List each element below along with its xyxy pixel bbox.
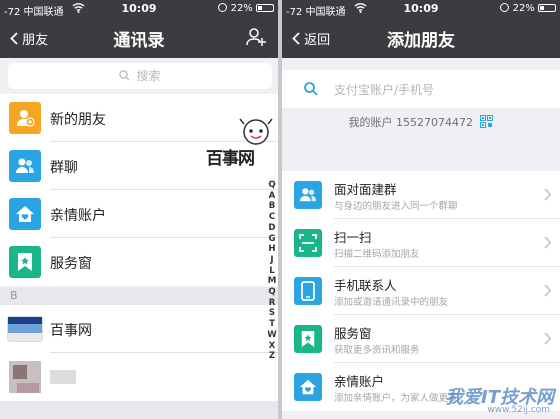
battery-percent: 22%: [512, 3, 535, 14]
battery-icon: [538, 4, 556, 12]
battery-percent: 22%: [230, 3, 253, 14]
add-friend-button[interactable]: [246, 27, 266, 51]
chevron-right-icon: [544, 188, 552, 201]
scan-icon: [294, 229, 322, 257]
item-desc: 添加或邀请通讯录中的朋友: [334, 297, 449, 308]
new-friend-icon: [9, 102, 41, 134]
list-item-service-window[interactable]: 服务窗: [0, 238, 278, 286]
watermark-text: 百事网: [206, 149, 255, 169]
index-letter[interactable]: A: [266, 191, 278, 202]
list-item-label: 服务窗: [50, 256, 92, 272]
index-letter[interactable]: J: [266, 255, 278, 266]
page-title: 通讯录: [113, 31, 165, 51]
item-desc: 扫描二维码添加朋友: [334, 249, 420, 260]
index-letter[interactable]: M: [266, 276, 278, 287]
nav-bar: 返回 添加朋友: [282, 18, 560, 58]
list-item-phone-contacts[interactable]: 手机联系人 添加或邀请通讯录中的朋友: [282, 267, 560, 315]
search-placeholder: 支付宝账户/手机号: [334, 83, 435, 97]
battery-status: 22%: [218, 3, 274, 14]
divider: [278, 0, 282, 419]
search-input[interactable]: 搜索: [8, 63, 272, 89]
watermark-logo: 百事网: [206, 118, 278, 169]
battery-status: 22%: [500, 3, 556, 14]
index-letter[interactable]: X: [266, 341, 278, 352]
status-bar: -72 中国联通 10:09 22%: [282, 0, 560, 18]
orientation-lock-icon: [500, 3, 510, 12]
index-letter[interactable]: G: [266, 234, 278, 245]
index-letter[interactable]: W: [266, 330, 278, 341]
item-desc: 获取更多资讯和服务: [334, 345, 420, 356]
item-title: 服务窗: [334, 326, 372, 341]
index-letter[interactable]: D: [266, 223, 278, 234]
list-item-label: 亲情账户: [50, 208, 106, 224]
section-header: [0, 401, 278, 419]
face-to-face-group-icon: [294, 181, 322, 209]
section-header-b: B: [0, 287, 278, 305]
index-letter[interactable]: L: [266, 266, 278, 277]
nav-bar: 朋友 通讯录: [0, 18, 278, 58]
qr-code-icon: [480, 115, 494, 128]
list-item-label: 群聊: [50, 160, 78, 176]
service-window-icon: [9, 246, 41, 278]
add-person-icon: [246, 28, 266, 46]
my-account[interactable]: 我的账户 15527074472: [282, 112, 560, 134]
index-letter[interactable]: R: [266, 298, 278, 309]
orientation-lock-icon: [218, 3, 228, 12]
item-title: 亲情账户: [334, 374, 385, 389]
search-icon: [119, 70, 130, 81]
index-letter[interactable]: Z: [266, 351, 278, 362]
index-letter[interactable]: H: [266, 244, 278, 255]
contacts-screen: -72 中国联通 10:09 22% 朋友 通讯录 搜索 新的朋友 群聊 亲情账…: [0, 0, 278, 419]
contact-row[interactable]: 百事网: [0, 305, 278, 353]
alphabet-index[interactable]: QABCDGHJLMQRSTWXZ: [266, 180, 278, 362]
list-item-scan[interactable]: 扫一扫 扫描二维码添加朋友: [282, 219, 560, 267]
contact-name: 百事网: [50, 323, 92, 339]
status-bar: -72 中国联通 10:09 22%: [0, 0, 278, 18]
item-title: 扫一扫: [334, 230, 372, 245]
item-title: 手机联系人: [334, 278, 397, 293]
watermark-logo: 我爱IT技术网 www.52ij.com: [390, 383, 560, 417]
avatar: [9, 361, 41, 393]
search-placeholder: 搜索: [136, 69, 161, 83]
add-friend-screen: -72 中国联通 10:09 22% 返回 添加朋友 支付宝账户/手机号 我的账…: [282, 0, 560, 419]
group-chat-icon: [9, 150, 41, 182]
index-letter[interactable]: T: [266, 319, 278, 330]
family-account-icon: [294, 373, 322, 401]
list-item-family-account[interactable]: 亲情账户: [0, 190, 278, 238]
search-bar: 搜索: [0, 58, 278, 94]
blurred-name: [50, 370, 76, 384]
watermark-url: www.52ij.com: [487, 405, 550, 415]
index-letter[interactable]: C: [266, 212, 278, 223]
search-icon: [304, 82, 318, 96]
chevron-right-icon: [544, 236, 552, 249]
family-account-icon: [9, 198, 41, 230]
index-letter[interactable]: Q: [266, 180, 278, 191]
list-item-face-to-face-group[interactable]: 面对面建群 与身边的朋友进入同一个群聊: [282, 171, 560, 219]
battery-icon: [256, 4, 274, 12]
chevron-right-icon: [544, 284, 552, 297]
list-item-service-window[interactable]: 服务窗 获取更多资讯和服务: [282, 315, 560, 363]
page-title: 添加朋友: [387, 31, 455, 51]
phone-contacts-icon: [294, 277, 322, 305]
contact-row-blurred[interactable]: [0, 353, 278, 401]
list-item-label: 新的朋友: [50, 112, 106, 128]
service-window-icon: [294, 325, 322, 353]
index-letter[interactable]: B: [266, 201, 278, 212]
item-desc: 与身边的朋友进入同一个群聊: [334, 201, 458, 212]
account-search-input[interactable]: 支付宝账户/手机号: [282, 70, 560, 108]
item-title: 面对面建群: [334, 182, 397, 197]
index-letter[interactable]: S: [266, 308, 278, 319]
my-account-text: 我的账户 15527074472: [348, 116, 473, 129]
chevron-right-icon: [544, 332, 552, 345]
contact-avatar: [7, 316, 43, 342]
index-letter[interactable]: Q: [266, 287, 278, 298]
